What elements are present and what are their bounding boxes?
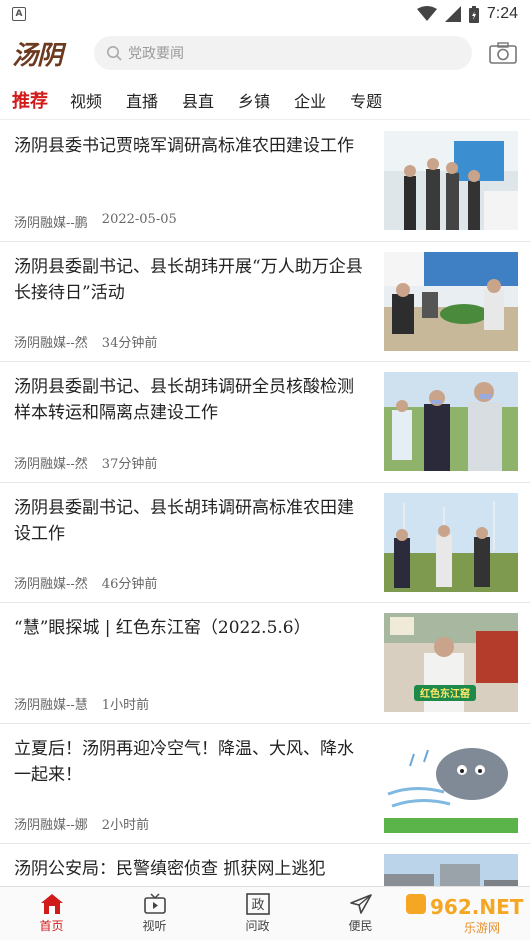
tab-topics[interactable]: 专题 (350, 88, 382, 112)
news-list: 汤阴县委书记贾晓军调研高标准农田建设工作 汤阴融媒--鹏 2022-05-05 … (0, 121, 530, 924)
news-title: 汤阴县委副书记、县长胡玮调研全员核酸检测样本转运和隔离点建设工作 (14, 377, 354, 423)
news-thumbnail (384, 251, 518, 351)
thumb-caption: 红色东江窑 (420, 687, 470, 700)
news-meta: 汤阴融媒--然 46分钟前 (14, 573, 157, 592)
news-item[interactable]: 立夏后！汤阴再迎冷空气！降温、大风、降水一起来！ 汤阴融媒--娜 2小时前 (0, 724, 530, 844)
category-tabs: 推荐 视频 直播 县直 乡镇 企业 专题 (0, 80, 530, 120)
nav-inquiry-label: 问政 (245, 919, 270, 933)
battery-icon (468, 5, 479, 23)
news-title: 汤阴县委书记贾晓军调研高标准农田建设工作 (14, 136, 354, 156)
watermark-sub: 乐游网 (464, 921, 500, 935)
tab-recommend[interactable]: 推荐 (12, 87, 48, 113)
send-icon (349, 894, 372, 914)
camera-button[interactable] (488, 39, 518, 67)
news-thumbnail (384, 372, 518, 471)
status-icons: 7:24 (416, 5, 518, 23)
signal-icon (444, 6, 461, 22)
top-header: 汤阴 党政要闻 (0, 28, 530, 78)
nav-media-label: 视听 (142, 919, 167, 933)
news-title: 立夏后！汤阴再迎冷空气！降温、大风、降水一起来！ (14, 738, 354, 785)
nav-media[interactable]: 视听 (103, 887, 206, 940)
news-title: “慧”眼探城 | 红色东江窑（2022.5.6） (14, 618, 311, 638)
news-meta: 汤阴融媒--然 37分钟前 (14, 453, 157, 472)
news-meta: 汤阴融媒--然 34分钟前 (14, 332, 157, 351)
news-thumbnail: 红色东江窑 (384, 613, 518, 712)
news-source: 汤阴融媒--慧 (14, 697, 88, 713)
tab-enterprise[interactable]: 企业 (294, 88, 326, 112)
tab-township[interactable]: 乡镇 (238, 88, 270, 112)
news-meta: 汤阴融媒--娜 2小时前 (14, 814, 149, 833)
tab-video[interactable]: 视频 (70, 88, 102, 112)
news-source: 汤阴融媒--然 (14, 336, 88, 351)
zheng-icon: 政 (245, 893, 270, 915)
news-item[interactable]: 汤阴县委副书记、县长胡玮开展“万人助万企县长接待日”活动 汤阴融媒--然 34分… (0, 242, 530, 362)
nav-service[interactable]: 便民 (309, 887, 412, 940)
news-time: 2022-05-05 (101, 211, 177, 227)
nav-home-label: 首页 (39, 919, 64, 933)
news-title: 汤阴县委副书记、县长胡玮开展“万人助万企县长接待日”活动 (14, 256, 363, 303)
news-source: 汤阴融媒--然 (14, 577, 88, 592)
news-meta: 汤阴融媒--鹏 2022-05-05 (14, 212, 177, 231)
status-time: 7:24 (486, 5, 518, 22)
news-item[interactable]: 汤阴县委副书记、县长胡玮调研高标准农田建设工作 汤阴融媒--然 46分钟前 (0, 483, 530, 603)
tab-county[interactable]: 县直 (182, 88, 214, 112)
zheng-glyph: 政 (251, 898, 264, 913)
search-placeholder: 党政要闻 (128, 46, 184, 62)
news-source: 汤阴融媒--然 (14, 456, 88, 472)
news-thumbnail (384, 131, 518, 230)
camera-icon (489, 42, 517, 64)
news-source: 汤阴融媒--鹏 (14, 215, 88, 231)
news-title: 汤阴县委副书记、县长胡玮调研高标准农田建设工作 (14, 497, 354, 544)
news-item[interactable]: 汤阴县委书记贾晓军调研高标准农田建设工作 汤阴融媒--鹏 2022-05-05 (0, 121, 530, 242)
status-bar: A 7:24 (0, 0, 530, 28)
app-logo: 汤阴 (12, 40, 63, 71)
news-item[interactable]: “慧”眼探城 | 红色东江窑（2022.5.6） 汤阴融媒--慧 1小时前 红色… (0, 603, 530, 724)
news-title: 汤阴公安局：民警缜密侦查 抓获网上逃犯 (14, 859, 326, 879)
news-meta: 汤阴融媒--慧 1小时前 (14, 694, 149, 713)
home-icon (40, 894, 63, 914)
news-time: 34分钟前 (101, 336, 158, 351)
search-bar[interactable]: 党政要闻 (94, 36, 472, 70)
news-time: 2小时前 (101, 818, 150, 833)
news-source: 汤阴融媒--娜 (14, 818, 88, 833)
news-time: 37分钟前 (101, 456, 158, 472)
news-thumbnail (384, 492, 518, 592)
wifi-icon (416, 6, 437, 21)
app-a-icon: A (12, 7, 26, 21)
tab-live[interactable]: 直播 (126, 88, 158, 112)
news-time: 46分钟前 (101, 577, 158, 592)
news-thumbnail (384, 733, 518, 833)
watermark-text: 962.NET (430, 895, 524, 919)
search-icon (107, 46, 122, 61)
nav-home[interactable]: 首页 (0, 887, 103, 940)
tv-icon (143, 893, 166, 914)
nav-service-label: 便民 (348, 919, 373, 933)
news-item[interactable]: 汤阴县委副书记、县长胡玮调研全员核酸检测样本转运和隔离点建设工作 汤阴融媒--然… (0, 362, 530, 483)
news-time: 1小时前 (101, 697, 150, 713)
nav-inquiry[interactable]: 政 问政 (206, 887, 309, 940)
site-watermark: 962.NET 乐游网 (404, 888, 524, 936)
